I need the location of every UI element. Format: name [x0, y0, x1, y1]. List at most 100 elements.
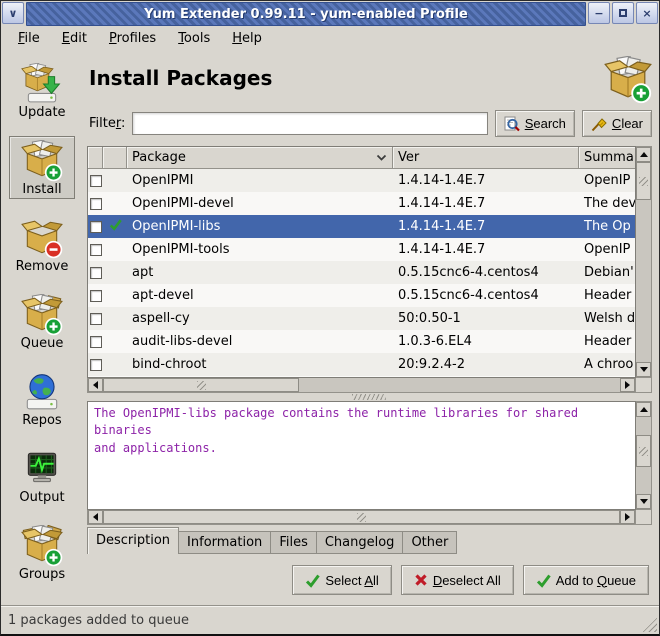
menu-edit[interactable]: Edit — [51, 28, 98, 49]
filter-input[interactable] — [132, 112, 487, 135]
table-horizontal-scrollbar[interactable] — [87, 378, 636, 393]
tab-files[interactable]: Files — [270, 531, 317, 554]
table-row[interactable]: audit-libs-devel 1.0.3-6.EL4 Header — [88, 330, 635, 353]
tab-information[interactable]: Information — [178, 531, 271, 554]
close-button[interactable]: × — [636, 2, 658, 24]
resize-grip[interactable] — [642, 617, 657, 632]
arrow-down-icon — [640, 367, 648, 372]
scroll-down-button[interactable] — [636, 494, 651, 509]
scroll-up-button[interactable] — [636, 147, 651, 162]
scroll-right-button[interactable] — [620, 510, 635, 524]
menu-help[interactable]: Help — [221, 28, 273, 49]
add-to-queue-button[interactable]: Add to Queue — [523, 565, 649, 595]
package-name-cell: apt-devel — [127, 284, 393, 307]
table-row[interactable]: apt 0.5.15cnc6-4.centos4 Debian' — [88, 261, 635, 284]
menu-file[interactable]: File — [7, 28, 51, 49]
minimize-button[interactable]: − — [588, 2, 610, 24]
row-checkbox[interactable] — [90, 175, 102, 187]
detail-tabs: Description Information Files Changelog … — [87, 527, 652, 554]
description-vertical-scrollbar[interactable] — [636, 401, 652, 510]
scroll-right-button[interactable] — [620, 378, 635, 392]
sidebar-item-queue[interactable]: Queue — [9, 290, 75, 353]
package-ver-cell: 1.0.3-6.EL4 — [393, 330, 579, 353]
pane-splitter[interactable] — [85, 393, 652, 401]
sidebar-item-install[interactable]: Install — [9, 136, 75, 199]
scrollbar-thumb[interactable] — [103, 378, 299, 392]
tab-other[interactable]: Other — [402, 531, 457, 554]
package-name-cell: OpenIPMI-devel — [127, 192, 393, 215]
package-summary-cell: Welsh d — [579, 307, 635, 330]
sidebar-item-label: Output — [19, 490, 64, 505]
monitor-pulse-icon — [21, 448, 63, 490]
package-table-body: OpenIPMI 1.4.14-1.4E.7 OpenIP OpenIPMI-d… — [88, 169, 635, 376]
sidebar-item-repos[interactable]: Repos — [9, 367, 75, 430]
package-ver-cell: 0.5.15cnc6-4.centos4 — [393, 261, 579, 284]
scroll-down-button[interactable] — [636, 362, 651, 377]
tab-description[interactable]: Description — [87, 527, 179, 554]
green-check-icon — [536, 573, 551, 588]
package-name-cell: apt — [127, 261, 393, 284]
close-icon: × — [642, 7, 651, 20]
scrollbar-thumb[interactable] — [103, 510, 620, 524]
column-header-ver[interactable]: Ver — [393, 147, 579, 169]
maximize-button[interactable] — [612, 2, 634, 24]
table-row[interactable]: bind-chroot 20:9.2.4-2 A chroo — [88, 353, 635, 376]
scrollbar-thumb[interactable] — [636, 435, 651, 467]
sidebar-item-remove[interactable]: Remove — [9, 213, 75, 276]
select-all-button[interactable]: Select All — [292, 565, 391, 595]
page-title: Install Packages — [89, 56, 604, 90]
table-vertical-scrollbar[interactable] — [636, 146, 652, 378]
titlebar-drag-area[interactable]: Yum Extender 0.99.11 - yum-enabled Profi… — [26, 2, 586, 26]
menubar: File Edit Profiles Tools Help — [1, 27, 659, 50]
scrollbar-corner — [636, 510, 652, 525]
arrow-left-icon — [93, 513, 98, 521]
scroll-left-button[interactable] — [88, 378, 103, 392]
sort-descending-icon — [376, 150, 387, 165]
table-row[interactable]: aspell-cy 50:0.50-1 Welsh d — [88, 307, 635, 330]
search-button[interactable]: Search — [495, 110, 575, 137]
clear-button[interactable]: Clear — [582, 110, 652, 137]
package-ver-cell: 0.5.15cnc6-4.centos4 — [393, 284, 579, 307]
search-icon — [504, 116, 520, 132]
column-header-summary[interactable]: Summa — [579, 147, 635, 169]
column-header-package[interactable]: Package — [127, 147, 393, 169]
select-all-label: Select All — [325, 573, 378, 588]
boxes-add-icon — [21, 294, 63, 336]
sidebar-item-update[interactable]: Update — [9, 59, 75, 122]
description-text: The OpenIPMI-libs package contains the r… — [87, 401, 636, 510]
box-remove-icon — [21, 217, 63, 259]
package-name-cell: OpenIPMI — [127, 169, 393, 192]
row-checkbox[interactable] — [90, 290, 102, 302]
row-checkbox[interactable] — [90, 313, 102, 325]
table-row[interactable]: OpenIPMI-tools 1.4.14-1.4E.7 OpenIP — [88, 238, 635, 261]
table-row[interactable]: apt-devel 0.5.15cnc6-4.centos4 Header — [88, 284, 635, 307]
sidebar-item-groups[interactable]: Groups — [9, 521, 75, 584]
window-menu-button[interactable]: ∨ — [2, 2, 24, 24]
scroll-up-button[interactable] — [636, 402, 651, 417]
row-checkbox[interactable] — [90, 336, 102, 348]
scrollbar-thumb[interactable] — [636, 162, 651, 200]
scroll-left-button[interactable] — [88, 510, 103, 524]
row-checkbox[interactable] — [90, 359, 102, 371]
package-summary-cell: Header — [579, 330, 635, 353]
column-header-status[interactable] — [103, 147, 127, 169]
table-row[interactable]: OpenIPMI-libs 1.4.14-1.4E.7 The Op — [88, 215, 635, 238]
table-row[interactable]: OpenIPMI 1.4.14-1.4E.7 OpenIP — [88, 169, 635, 192]
description-horizontal-scrollbar[interactable] — [87, 510, 636, 525]
row-checkbox[interactable] — [90, 198, 102, 210]
row-checkbox[interactable] — [90, 267, 102, 279]
column-header-checkbox[interactable] — [88, 147, 103, 169]
menu-tools[interactable]: Tools — [167, 28, 221, 49]
row-checkbox[interactable] — [90, 244, 102, 256]
sidebar-item-label: Repos — [22, 413, 61, 428]
sidebar-item-output[interactable]: Output — [9, 444, 75, 507]
package-summary-cell: The Op — [579, 215, 635, 238]
tab-changelog[interactable]: Changelog — [316, 531, 404, 554]
table-row[interactable]: OpenIPMI-devel 1.4.14-1.4E.7 The dev — [88, 192, 635, 215]
menu-profiles[interactable]: Profiles — [98, 28, 167, 49]
window-title: Yum Extender 0.99.11 - yum-enabled Profi… — [144, 7, 468, 22]
install-packages-icon — [604, 56, 652, 108]
deselect-all-button[interactable]: Deselect All — [401, 565, 514, 595]
row-checkbox[interactable] — [90, 221, 102, 233]
package-ver-cell: 1.4.14-1.4E.7 — [393, 192, 579, 215]
